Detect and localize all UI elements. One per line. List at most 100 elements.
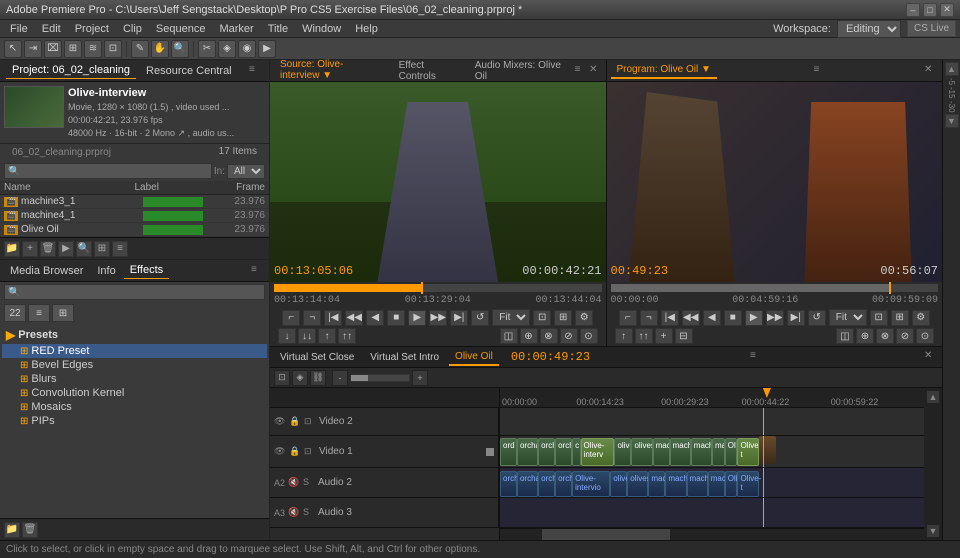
tree-item-red-preset[interactable]: ⊞ RED Preset — [2, 344, 267, 358]
audio3-track[interactable] — [500, 498, 924, 528]
video2-track[interactable] — [500, 408, 924, 436]
program-settings[interactable]: ⚙ — [912, 310, 930, 326]
presets-root[interactable]: ▶ Presets — [2, 326, 267, 344]
source-play[interactable]: ▶ — [408, 310, 426, 326]
source-mark-in[interactable]: ⌐ — [282, 310, 300, 326]
list-item[interactable]: 🎬 Olive Oil 23.976 — [0, 223, 269, 237]
audio2-track[interactable]: orchar orchar orcha orchard Olive-interv… — [500, 468, 924, 498]
clip-orchar3[interactable]: orchar — [555, 438, 572, 466]
clip-orchar2[interactable]: orchar — [538, 438, 555, 466]
workspace-dropdown[interactable]: Editing — [837, 20, 901, 38]
effects-panel-menu[interactable]: ≡ — [251, 264, 265, 278]
tab-info[interactable]: Info — [91, 263, 121, 279]
source-extra-3[interactable]: ⊗ — [540, 328, 558, 344]
program-zoom-in[interactable]: + — [655, 328, 673, 344]
program-extract[interactable]: ↑↑ — [635, 328, 653, 344]
audio-clip-olives3[interactable]: olives3 — [610, 471, 627, 497]
track-mute-a3-icon[interactable]: 🔇 — [288, 507, 300, 519]
source-output-btn[interactable]: ⊞ — [554, 310, 572, 326]
list-item[interactable]: 🎬 machine4_1 23.976 — [0, 209, 269, 223]
program-play[interactable]: ▶ — [745, 310, 763, 326]
minimize-button[interactable]: – — [906, 3, 920, 17]
program-timeline-bar[interactable] — [611, 284, 939, 292]
tree-item-convolution-kernel[interactable]: ⊞ Convolution Kernel — [2, 386, 267, 400]
audio-clip-orchar1[interactable]: orchar — [500, 471, 517, 497]
audio-clip-orchar2[interactable]: orchar — [517, 471, 538, 497]
program-monitor-close[interactable]: ✕ — [924, 64, 938, 78]
clip-orchar1[interactable]: orchar — [517, 438, 538, 466]
menu-sequence[interactable]: Sequence — [150, 22, 212, 36]
source-stop[interactable]: ■ — [387, 310, 405, 326]
find-button[interactable]: 🔍 — [76, 241, 92, 257]
scroll-down-button[interactable]: ▼ — [926, 524, 940, 538]
program-monitor-menu[interactable]: ≡ — [813, 64, 827, 78]
toolbar-slip2[interactable]: ◈ — [218, 40, 236, 58]
list-item[interactable]: 🎬 machine3_1 23.976 — [0, 195, 269, 209]
audio-clip-olive[interactable]: Olive — [725, 471, 738, 497]
list-view-button[interactable]: ≡ — [112, 241, 128, 257]
source-extra-4[interactable]: ⊘ — [560, 328, 578, 344]
audio-clip-olives2[interactable]: olives2 — [627, 471, 648, 497]
new-item-button[interactable]: + — [22, 241, 38, 257]
source-overwrite[interactable]: ↓↓ — [298, 328, 316, 344]
track-eye-icon[interactable]: 👁 — [274, 416, 286, 428]
audio-clip-olive-intervio[interactable]: Olive-intervio — [572, 471, 610, 497]
timeline-zoom-in[interactable]: + — [412, 370, 428, 386]
effects-btn-22[interactable]: 22 — [4, 304, 26, 322]
audio-clip-olive-t[interactable]: Olive-t — [737, 471, 758, 497]
program-extra-1[interactable]: ◫ — [836, 328, 854, 344]
expand-track-v1[interactable] — [486, 448, 494, 456]
clip-olive-interv[interactable]: Olive-interv — [581, 438, 615, 466]
clip-machine4[interactable]: machine4 — [653, 438, 670, 466]
clip-machines[interactable]: machines — [670, 438, 691, 466]
program-mark-out[interactable]: ¬ — [640, 310, 658, 326]
tab-program[interactable]: Program: Olive Oil ▼ — [611, 62, 717, 79]
menu-file[interactable]: File — [4, 22, 34, 36]
search-in-dropdown[interactable]: All — [227, 164, 265, 179]
program-extra-3[interactable]: ⊗ — [876, 328, 894, 344]
clip-olives2t[interactable]: olives2_t — [631, 438, 652, 466]
clip-oli[interactable]: Oli — [725, 438, 738, 466]
toolbar-select[interactable]: ↖ — [4, 40, 22, 58]
tab-virtual-set-close[interactable]: Virtual Set Close — [274, 350, 360, 365]
program-extra-2[interactable]: ⊕ — [856, 328, 874, 344]
track-lock-icon[interactable]: 🔒 — [289, 416, 301, 428]
clip-machine1[interactable]: machine1 — [691, 438, 712, 466]
maximize-button[interactable]: □ — [923, 3, 937, 17]
icon-view-button[interactable]: ⊞ — [94, 241, 110, 257]
track-mute-a2-icon[interactable]: 🔇 — [288, 477, 300, 489]
tab-source[interactable]: Source: Olive-interview ▼ — [274, 57, 389, 85]
automate-button[interactable]: ▶ — [58, 241, 74, 257]
timeline-add-marker[interactable]: ◈ — [292, 370, 308, 386]
source-extract[interactable]: ↑↑ — [338, 328, 356, 344]
program-step-back[interactable]: ◀◀ — [682, 310, 700, 326]
toolbar-hand[interactable]: ✋ — [151, 40, 169, 58]
audio-clip-machine3[interactable]: machine3 — [665, 471, 686, 497]
source-monitor-menu[interactable]: ≡ — [575, 64, 587, 78]
program-fit-dropdown[interactable]: Fit — [829, 309, 867, 326]
toolbar-track-select[interactable]: ⇥ — [24, 40, 42, 58]
program-mark-in[interactable]: ⌐ — [619, 310, 637, 326]
program-stop[interactable]: ■ — [724, 310, 742, 326]
program-loop[interactable]: ↺ — [808, 310, 826, 326]
toolbar-rolling[interactable]: ⊞ — [64, 40, 82, 58]
toolbar-rate[interactable]: ≋ — [84, 40, 102, 58]
toolbar-select2[interactable]: ▶ — [258, 40, 276, 58]
tab-virtual-set-intro[interactable]: Virtual Set Intro — [364, 350, 445, 365]
toolbar-ripple[interactable]: ⌧ — [44, 40, 62, 58]
source-safe-margins[interactable]: ⊡ — [533, 310, 551, 326]
audio-clip-machine1[interactable]: machine1 — [687, 471, 708, 497]
toolbar-slip[interactable]: ⊡ — [104, 40, 122, 58]
tab-effects[interactable]: Effects — [124, 262, 169, 279]
audio-clip-orcha[interactable]: orcha — [538, 471, 555, 497]
source-play-back[interactable]: ◀ — [366, 310, 384, 326]
menu-edit[interactable]: Edit — [36, 22, 67, 36]
track-solo-a3-icon[interactable]: S — [303, 507, 315, 519]
clip-thumb-video[interactable] — [759, 436, 776, 464]
source-extra-5[interactable]: ⊙ — [580, 328, 598, 344]
rp-btn-2[interactable]: ▼ — [945, 114, 959, 128]
source-extra-1[interactable]: ◫ — [500, 328, 518, 344]
source-step-fwd[interactable]: ▶▶ — [429, 310, 447, 326]
timeline-zoom-slider[interactable] — [350, 374, 410, 382]
source-timeline-bar[interactable] — [274, 284, 602, 292]
